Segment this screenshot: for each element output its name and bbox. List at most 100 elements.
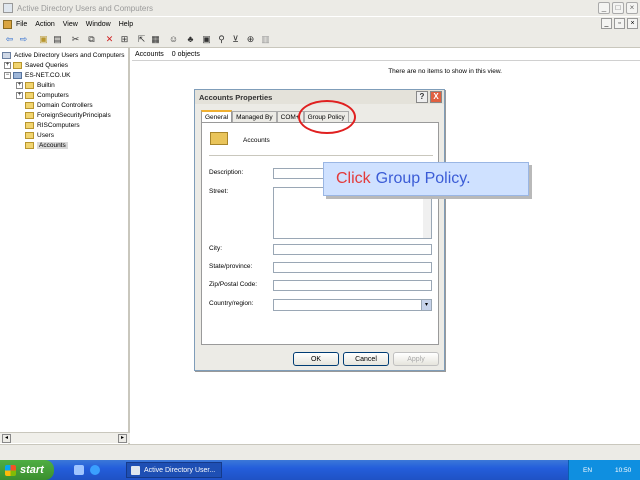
description-label: Description: [209, 169, 244, 176]
ou-icon [25, 141, 34, 149]
mdi-close-button[interactable]: × [627, 18, 638, 29]
taskbar-item-active-directory[interactable]: Active Directory User... [126, 462, 222, 478]
export-icon[interactable]: ⇱ [136, 34, 147, 45]
dialog-title-text: Accounts Properties [199, 92, 273, 102]
expand-icon[interactable]: + [16, 91, 23, 99]
zip-field[interactable] [273, 280, 432, 291]
minimize-button[interactable]: _ [598, 2, 610, 14]
toolbar: ⇦ ⇨ ▣ ▤ ✂ ⧉ ✕ ⊞ ⇱ ▦ ☺ ♣ ▣ ⚲ ⊻ ⊕ ▥ [0, 31, 640, 48]
menu-view[interactable]: View [63, 21, 78, 28]
tree-item-builtin[interactable]: + Builtin [16, 80, 55, 90]
menu-help[interactable]: Help [119, 21, 133, 28]
help-icon[interactable]: ▦ [150, 34, 161, 45]
scroll-left-icon[interactable]: ◂ [2, 434, 11, 443]
windows-logo-icon [5, 464, 16, 476]
add-to-group-icon[interactable]: ⊕ [245, 34, 256, 45]
start-button[interactable]: start [0, 460, 54, 480]
container-name: Accounts [135, 50, 164, 58]
forward-icon[interactable]: ⇨ [18, 34, 29, 45]
apply-button[interactable]: Apply [393, 352, 439, 366]
properties-icon[interactable]: ⊞ [119, 34, 130, 45]
back-icon[interactable]: ⇦ [4, 34, 15, 45]
menu-action[interactable]: Action [35, 21, 54, 28]
tree-item-riscomputers[interactable]: RISComputers [25, 120, 80, 130]
instruction-callout: Click Group Policy. [323, 162, 529, 196]
app-icon [131, 465, 140, 475]
expand-icon[interactable]: + [4, 61, 11, 69]
state-label: State/province: [209, 263, 253, 270]
chevron-down-icon[interactable]: ▾ [421, 300, 431, 310]
taskbar: start Active Directory User... EN 10:50 [0, 460, 640, 480]
state-field[interactable] [273, 262, 432, 273]
separator [209, 155, 433, 156]
tree-item-label: ES-NET.CO.UK [25, 71, 71, 79]
app-icon [3, 3, 13, 13]
empty-list-message: There are no items to show in this view. [388, 68, 502, 75]
folder-icon [25, 131, 34, 139]
delete-icon[interactable]: ✕ [104, 34, 115, 45]
tree-item-accounts[interactable]: Accounts [25, 140, 68, 150]
street-label: Street: [209, 188, 229, 195]
task-label: Active Directory User... [144, 466, 216, 474]
expand-icon[interactable]: + [16, 81, 23, 89]
new-ou-icon[interactable]: ▣ [201, 34, 212, 45]
browser-icon[interactable] [90, 465, 100, 475]
cancel-button[interactable]: Cancel [343, 352, 389, 366]
tree-item-computers[interactable]: + Computers [16, 90, 69, 100]
folder-icon [25, 81, 34, 89]
dialog-close-button[interactable]: X [430, 91, 442, 103]
tree-item-users[interactable]: Users [25, 130, 54, 140]
menu-window[interactable]: Window [86, 21, 111, 28]
language-indicator[interactable]: EN [583, 467, 592, 474]
tree-item-saved-queries[interactable]: + Saved Queries [4, 60, 68, 70]
highlight-circle [298, 100, 356, 134]
city-field[interactable] [273, 244, 432, 255]
mdi-minimize-button[interactable]: _ [601, 18, 612, 29]
title-bar: Active Directory Users and Computers _ □… [0, 0, 640, 16]
ok-button[interactable]: OK [293, 352, 339, 366]
start-label: start [20, 464, 44, 476]
callout-verb: Click [336, 170, 371, 187]
up-folder-icon[interactable]: ▣ [38, 34, 49, 45]
status-bar [0, 444, 640, 460]
delegate-icon[interactable]: ▥ [260, 34, 271, 45]
menu-bar: File Action View Window Help _ ▫ × [0, 17, 640, 31]
copy-icon[interactable]: ⧉ [86, 34, 97, 45]
cut-icon[interactable]: ✂ [70, 34, 81, 45]
tree-item-label: Computers [37, 91, 69, 99]
tree-item-domain-controllers[interactable]: Domain Controllers [25, 100, 93, 110]
mdi-restore-button[interactable]: ▫ [614, 18, 625, 29]
new-user-icon[interactable]: ☺ [168, 34, 179, 45]
show-tree-icon[interactable]: ▤ [52, 34, 63, 45]
mmc-icon [2, 51, 11, 59]
menu-file[interactable]: File [16, 21, 27, 28]
tree-item-foreign-security-principals[interactable]: ForeignSecurityPrincipals [25, 110, 111, 120]
country-select[interactable]: ▾ [273, 299, 432, 311]
tree-item-domain[interactable]: − ES-NET.CO.UK [4, 70, 71, 80]
ou-icon [25, 121, 34, 129]
tree-item-label: Accounts [37, 141, 68, 149]
filter-icon[interactable]: ⊻ [230, 34, 241, 45]
tree-item-label: RISComputers [37, 121, 80, 129]
desktop-icon[interactable] [74, 465, 84, 475]
ou-large-icon [210, 132, 228, 145]
tree-root[interactable]: Active Directory Users and Computers [2, 50, 125, 60]
clock[interactable]: 10:50 [615, 467, 631, 474]
close-button[interactable]: × [626, 2, 638, 14]
tree-item-label: Domain Controllers [37, 101, 93, 109]
find-icon[interactable]: ⚲ [216, 34, 227, 45]
maximize-button[interactable]: □ [612, 2, 624, 14]
collapse-icon[interactable]: − [4, 71, 11, 79]
zip-label: Zip/Postal Code: [209, 281, 258, 288]
folder-icon [13, 61, 22, 69]
new-group-icon[interactable]: ♣ [185, 34, 196, 45]
system-tray: EN 10:50 [568, 460, 640, 480]
console-icon [3, 19, 12, 29]
details-header: Accounts 0 objects [132, 48, 640, 61]
console-tree: Active Directory Users and Computers + S… [0, 48, 130, 444]
tree-horizontal-scrollbar[interactable]: ◂ ▸ [0, 432, 130, 443]
callout-target: Group Policy. [375, 170, 471, 187]
scroll-right-icon[interactable]: ▸ [118, 434, 127, 443]
tree-item-label: Users [37, 131, 54, 139]
dialog-help-button[interactable]: ? [416, 91, 428, 103]
